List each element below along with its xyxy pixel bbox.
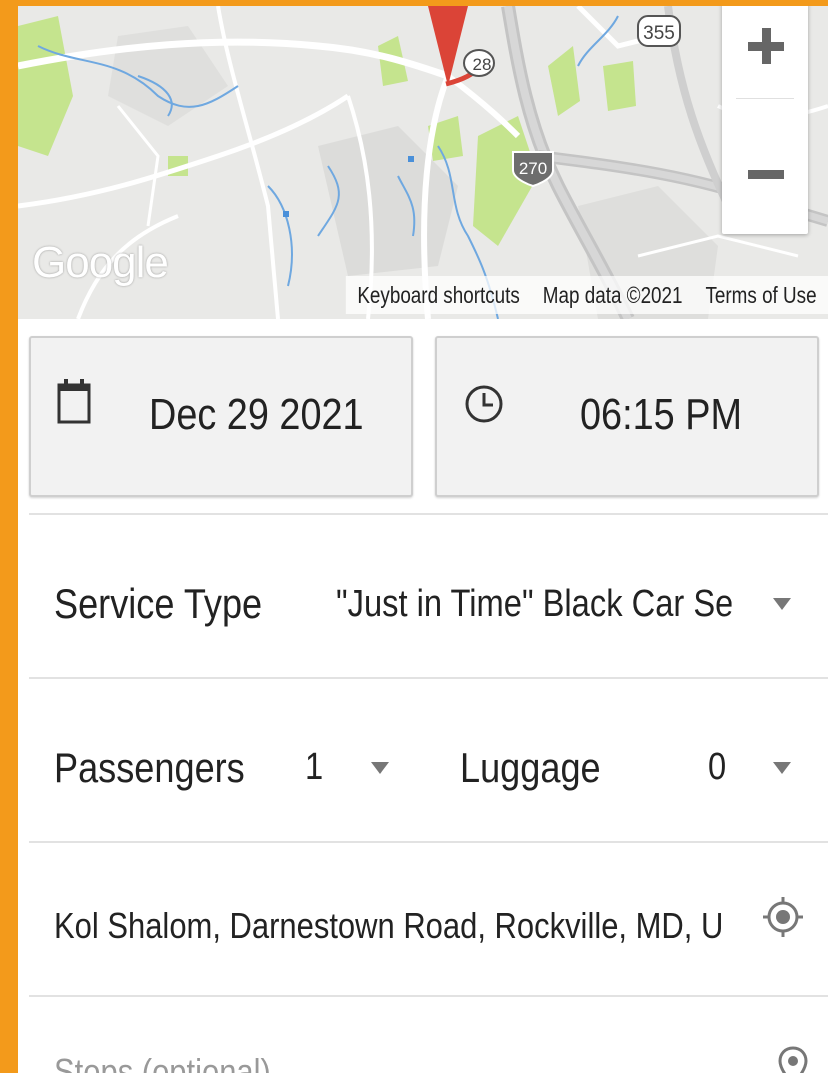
clock-icon	[465, 385, 503, 423]
zoom-out-button[interactable]	[722, 116, 808, 226]
pickup-location-input[interactable]: Kol Shalom, Darnestown Road, Rockville, …	[29, 843, 749, 993]
service-type-label: Service Type	[54, 580, 263, 627]
time-picker-button[interactable]: 06:15 PM	[435, 336, 819, 497]
pickup-location-value: Kol Shalom, Darnestown Road, Rockville, …	[54, 905, 724, 946]
luggage-value: 0	[708, 746, 727, 788]
chevron-down-icon	[773, 598, 791, 610]
stops-input[interactable]: Stops (optional)	[29, 997, 749, 1073]
chevron-down-icon	[371, 762, 389, 774]
service-type-select[interactable]: Service Type "Just in Time" Black Car Se…	[29, 515, 828, 675]
terms-of-use-link[interactable]: Terms of Use	[694, 282, 828, 309]
map-data-text: Map data ©2021	[542, 281, 683, 308]
date-picker-button[interactable]: Dec 29 2021	[29, 336, 413, 497]
svg-text:355: 355	[643, 23, 675, 44]
calendar-icon	[57, 379, 91, 424]
passengers-select[interactable]: Passengers 1	[29, 679, 409, 839]
svg-text:270: 270	[519, 159, 547, 178]
app-frame: 355 270 28 Google Keyboard shortcuts Map…	[18, 6, 828, 1073]
route-shield-355: 355	[637, 15, 681, 47]
location-pin-icon	[778, 1046, 808, 1073]
zoom-control	[722, 6, 808, 234]
stops-placeholder: Stops (optional)	[54, 1051, 271, 1073]
map-view[interactable]: 355 270 28 Google Keyboard shortcuts Map…	[18, 6, 828, 319]
minus-icon	[748, 170, 784, 179]
google-logo: Google	[32, 238, 169, 287]
zoom-divider	[736, 98, 794, 99]
luggage-label: Luggage	[460, 744, 601, 791]
map-attribution: Keyboard shortcuts Map data ©2021 Terms …	[345, 276, 828, 314]
luggage-select[interactable]: Luggage 0	[438, 679, 828, 839]
route-shield-270: 270	[512, 151, 554, 188]
zoom-in-button[interactable]	[722, 6, 808, 112]
keyboard-shortcuts-link[interactable]: Keyboard shortcuts	[346, 282, 531, 309]
my-location-icon[interactable]	[759, 893, 807, 941]
passengers-value: 1	[305, 746, 324, 788]
route-shield-28: 28	[463, 49, 495, 77]
selected-time: 06:15 PM	[580, 390, 742, 439]
chevron-down-icon	[773, 762, 791, 774]
service-type-value: "Just in Time" Black Car Ser	[336, 583, 732, 625]
selected-date: Dec 29 2021	[149, 390, 364, 439]
passengers-label: Passengers	[54, 744, 245, 791]
svg-text:28: 28	[473, 55, 492, 74]
